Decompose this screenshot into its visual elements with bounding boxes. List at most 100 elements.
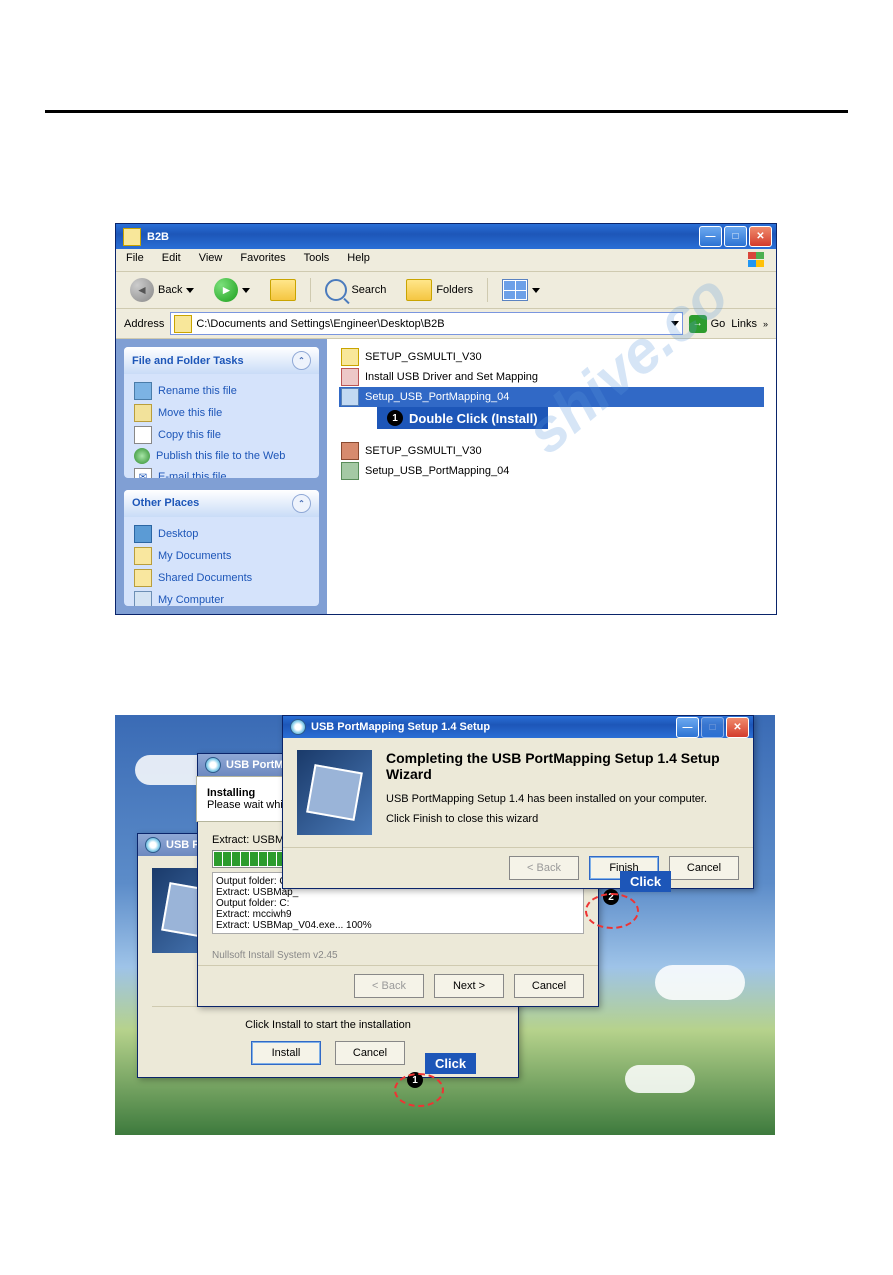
explorer-screenshot: B2B — □ ✕ File Edit View Favorites Tools… [45,223,848,615]
email-link[interactable]: ✉E-mail this file [134,466,309,478]
cancel-button[interactable]: Cancel [335,1041,405,1065]
globe-icon [134,448,150,464]
double-click-callout: 1 Double Click (Install) [377,407,548,429]
wizard-text-2: Click Finish to close this wizard [386,812,739,826]
install-button[interactable]: Install [251,1041,321,1065]
chevron-down-icon [532,288,540,293]
wizard-graphic [297,750,372,835]
maximize-button[interactable]: □ [724,226,747,247]
other-places-panel: Other Places ⌃ Desktop My Documents Shar… [124,490,319,606]
mail-icon: ✉ [134,468,152,478]
panel-header[interactable]: Other Places ⌃ [124,490,319,517]
installer-icon [205,757,221,773]
rename-icon [134,382,152,400]
menu-view[interactable]: View [199,252,223,268]
folder-icon [341,348,359,366]
titlebar[interactable]: B2B — □ ✕ [116,224,776,249]
chevron-down-icon[interactable] [671,321,679,326]
file-item[interactable]: SETUP_GSMULTI_V30 [339,441,764,461]
close-button[interactable]: ✕ [726,717,749,738]
mycomputer-link[interactable]: My Computer [134,589,309,606]
mydocs-link[interactable]: My Documents [134,545,309,567]
file-pane[interactable]: shive.co SETUP_GSMULTI_V30 Install USB D… [327,339,776,614]
folder-icon [123,228,141,246]
windows-flag-icon [748,252,766,268]
file-item-selected[interactable]: Setup_USB_PortMapping_04 [339,387,764,407]
installer-icon [145,837,161,853]
side-pane: File and Folder Tasks ⌃ Rename this file… [116,339,327,614]
copy-icon [134,426,152,444]
file-item[interactable]: SETUP_GSMULTI_V30 [339,347,764,367]
chevron-down-icon [242,288,250,293]
next-button[interactable]: Next > [434,974,504,998]
menu-tools[interactable]: Tools [304,252,330,268]
back-button[interactable]: ◄ Back [124,276,200,304]
folder-icon [174,315,192,333]
desktop-icon [134,525,152,543]
address-label: Address [124,318,164,330]
back-button: < Back [354,974,424,998]
wizard-text-1: USB PortMapping Setup 1.4 has been insta… [386,792,739,806]
minimize-button[interactable]: — [676,717,699,738]
address-path: C:\Documents and Settings\Engineer\Deskt… [196,318,666,330]
forward-button[interactable]: ► [208,276,256,304]
search-button[interactable]: Search [319,277,392,303]
forward-icon: ► [214,278,238,302]
maximize-button: □ [701,717,724,738]
desktop-background: USB Port Click Install to start the inst… [115,715,775,1135]
go-button[interactable]: → Go [689,315,726,333]
step-badge-2: 2 [603,889,619,905]
menubar: File Edit View Favorites Tools Help [116,249,776,272]
up-button[interactable] [264,277,302,303]
back-button: < Back [509,856,579,880]
archive-icon [341,462,359,480]
documents-icon [134,547,152,565]
menu-file[interactable]: File [126,252,144,268]
desktop-link[interactable]: Desktop [134,523,309,545]
menu-help[interactable]: Help [347,252,370,268]
cloud-icon [625,1065,695,1093]
dialog-title: USB PortMapping Setup 1.4 Setup [311,721,676,733]
window-title: B2B [147,231,699,243]
cloud-icon [655,965,745,1000]
archive-icon [341,442,359,460]
move-link[interactable]: Move this file [134,402,309,424]
panel-header[interactable]: File and Folder Tasks ⌃ [124,347,319,374]
up-folder-icon [270,279,296,301]
explorer-window: B2B — □ ✕ File Edit View Favorites Tools… [115,223,777,615]
file-item[interactable]: Setup_USB_PortMapping_04 [339,461,764,481]
collapse-button[interactable]: ⌃ [292,494,311,513]
install-dialog-3: USB PortMapping Setup 1.4 Setup — □ ✕ Co… [282,715,754,889]
address-bar: Address C:\Documents and Settings\Engine… [116,309,776,339]
links-label[interactable]: Links [731,318,757,330]
shared-icon [134,569,152,587]
rename-link[interactable]: Rename this file [134,380,309,402]
minimize-button[interactable]: — [699,226,722,247]
collapse-button[interactable]: ⌃ [292,351,311,370]
pdf-icon [341,368,359,386]
move-icon [134,404,152,422]
titlebar[interactable]: USB PortMapping Setup 1.4 Setup — □ ✕ [283,716,753,738]
file-item[interactable]: Install USB Driver and Set Mapping [339,367,764,387]
go-icon: → [689,315,707,333]
step-badge: 1 [387,410,403,426]
menu-favorites[interactable]: Favorites [240,252,285,268]
back-icon: ◄ [130,278,154,302]
address-input[interactable]: C:\Documents and Settings\Engineer\Deskt… [170,312,682,335]
cancel-button[interactable]: Cancel [514,974,584,998]
views-button[interactable] [496,277,546,303]
shared-link[interactable]: Shared Documents [134,567,309,589]
chevron-down-icon [186,288,194,293]
cancel-button[interactable]: Cancel [669,856,739,880]
copy-link[interactable]: Copy this file [134,424,309,446]
page-divider [45,110,848,113]
wizard-heading: Completing the USB PortMapping Setup 1.4… [386,750,739,782]
menu-edit[interactable]: Edit [162,252,181,268]
file-tasks-panel: File and Folder Tasks ⌃ Rename this file… [124,347,319,478]
search-icon [325,279,347,301]
more-icon[interactable]: » [763,319,768,329]
publish-link[interactable]: Publish this file to the Web [134,446,309,466]
install-instruction: Click Install to start the installation [245,1019,411,1031]
close-button[interactable]: ✕ [749,226,772,247]
folders-button[interactable]: Folders [400,277,479,303]
